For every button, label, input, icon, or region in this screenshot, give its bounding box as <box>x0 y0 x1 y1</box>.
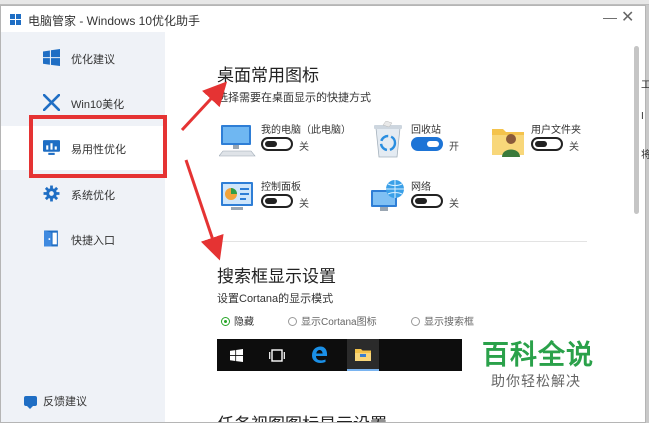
radio-label: 显示Cortana图标 <box>301 317 377 328</box>
radio-checked-icon <box>221 317 230 326</box>
user-folder-icon <box>492 129 524 157</box>
toggle-switch-network[interactable] <box>411 194 443 208</box>
radio-unchecked-icon <box>288 317 297 326</box>
gear-icon <box>43 185 60 202</box>
app-logo-icon <box>10 14 21 25</box>
sidebar-item-label: 快捷入口 <box>71 235 115 247</box>
recycle-bin-icon <box>374 121 402 158</box>
edge-browser-icon <box>312 346 328 363</box>
toggle-state-label: 关 <box>299 199 309 210</box>
toggle-switch-recycle-bin[interactable] <box>411 137 443 151</box>
door-icon <box>44 230 58 247</box>
sidebar-item-label: 系统优化 <box>71 190 115 202</box>
desktop-icon-name: 回收站 <box>411 125 441 136</box>
sidebar-item-label: Win10美化 <box>71 99 125 111</box>
toggle-state-label: 关 <box>299 142 309 153</box>
toggle-switch-control-panel[interactable] <box>261 194 293 208</box>
watermark-subtitle: 助你轻松解决 <box>491 373 581 389</box>
toggle-switch-computer[interactable] <box>261 137 293 151</box>
toggle-state-label: 关 <box>449 199 459 210</box>
section-divider <box>217 241 587 242</box>
section-title-desktop-icons: 桌面常用图标 <box>217 66 319 85</box>
control-panel-icon <box>221 182 253 210</box>
computer-icon <box>219 125 256 157</box>
background-text: I <box>641 111 644 122</box>
watermark-title: 百科全说 <box>482 340 594 370</box>
sidebar-item-optimize-suggestions[interactable]: 优化建议 <box>1 36 165 80</box>
windows-logo-icon <box>43 49 60 66</box>
desktop-icon-name: 我的电脑（此电脑） <box>261 125 351 136</box>
radio-show-search-box[interactable]: 显示搜索框 <box>411 313 474 328</box>
sidebar-item-quick-entry[interactable]: 快捷入口 <box>1 217 165 261</box>
radio-unchecked-icon <box>411 317 420 326</box>
background-text: 将 <box>641 150 649 161</box>
chat-bubble-icon <box>24 396 37 409</box>
watermark: 百科全说 助你轻松解决 <box>462 330 624 392</box>
content-scrollbar[interactable] <box>634 46 639 214</box>
feedback-link[interactable]: 反馈建议 <box>24 393 87 409</box>
sidebar-item-label: 优化建议 <box>71 54 115 66</box>
section-subtitle-search-box: 设置Cortana的显示模式 <box>217 293 334 305</box>
title-bar: 电脑管家 - Windows 10优化助手 — ✕ <box>1 6 645 32</box>
radio-label: 显示搜索框 <box>424 317 474 328</box>
desktop-icon-name: 网络 <box>411 182 431 193</box>
background-text: 工 <box>641 80 649 91</box>
minimize-button[interactable]: — <box>603 9 617 25</box>
section-subtitle-desktop-icons: 选择需要在桌面显示的快捷方式 <box>217 92 371 104</box>
task-view-icon <box>269 349 285 362</box>
feedback-label: 反馈建议 <box>43 396 87 408</box>
sidebar-item-system-optimize[interactable]: 系统优化 <box>1 172 165 216</box>
brush-icon <box>43 94 60 111</box>
folder-icon <box>355 349 371 361</box>
toggle-state-label: 开 <box>449 142 459 153</box>
windows-start-icon <box>230 349 243 362</box>
network-icon <box>371 180 404 211</box>
desktop-icon-name: 用户文件夹 <box>531 125 581 136</box>
toggle-state-label: 关 <box>569 142 579 153</box>
taskbar-preview <box>217 339 463 371</box>
radio-show-cortana-icon[interactable]: 显示Cortana图标 <box>288 313 377 328</box>
desktop-icon-name: 控制面板 <box>261 182 301 193</box>
radio-hide[interactable]: 隐藏 <box>221 313 254 328</box>
section-title-search-box: 搜索框显示设置 <box>217 267 336 286</box>
sidebar: 优化建议 Win10美化 易用性优化 系统优化 快捷入口 反馈建议 <box>1 32 165 422</box>
highlight-box <box>29 115 167 178</box>
file-explorer-taskbar-button <box>347 339 379 371</box>
close-button[interactable]: ✕ <box>621 7 634 27</box>
section-title-task-view: 任务视图图标显示设置 <box>217 410 387 422</box>
radio-label: 隐藏 <box>234 317 254 328</box>
window-title: 电脑管家 - Windows 10优化助手 <box>28 14 201 28</box>
toggle-switch-user-folder[interactable] <box>531 137 563 151</box>
